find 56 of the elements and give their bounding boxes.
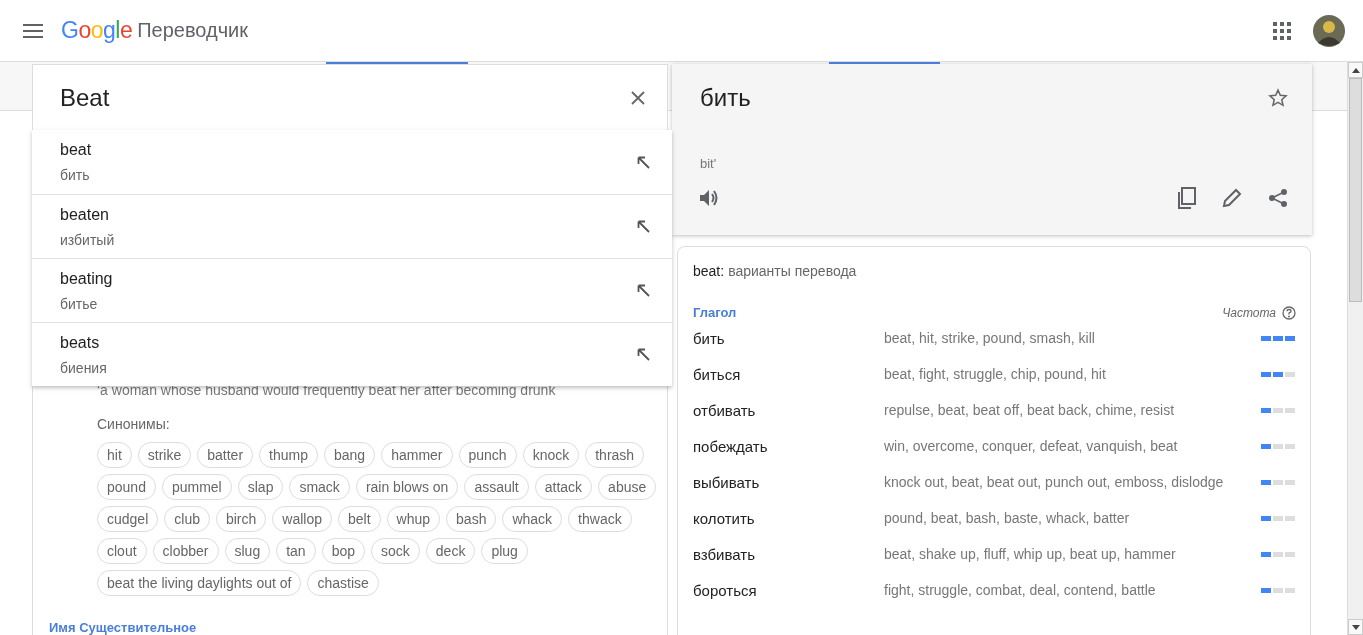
back-translations: beat, fight, struggle, chip, pound, hit bbox=[884, 366, 1107, 382]
frequency-meter bbox=[1260, 478, 1296, 486]
back-translations: beat, hit, strike, pound, smash, kill bbox=[884, 330, 1096, 346]
arrow-icon bbox=[637, 155, 650, 169]
frequency-meter bbox=[1260, 586, 1296, 594]
dictionary-title: варианты перевода bbox=[728, 263, 857, 279]
apps-icon[interactable] bbox=[1273, 21, 1291, 40]
suggestion-item[interactable]: beat бить bbox=[32, 130, 672, 194]
suggestion-item[interactable]: beating битье bbox=[32, 258, 672, 322]
back-translations: fight, struggle, combat, deal, contend, battle bbox=[884, 582, 1157, 598]
synonyms-label: Синонимы: bbox=[97, 416, 171, 432]
back-translations: repulse, beat, beat off, beat back, chime, resist bbox=[884, 402, 1175, 418]
back-translations: knock out, beat, beat out, punch out, emboss, dislodge bbox=[884, 474, 1225, 490]
translation-term[interactable]: взбивать bbox=[693, 545, 884, 563]
frequency-meter bbox=[1260, 514, 1296, 522]
source-input[interactable]: Beat bbox=[60, 83, 631, 112]
star-icon[interactable] bbox=[1268, 88, 1288, 108]
suggestion-item[interactable]: beats биения bbox=[32, 322, 672, 386]
edit-icon[interactable] bbox=[1222, 188, 1242, 208]
arrow-icon bbox=[637, 348, 650, 361]
product-name: Переводчик bbox=[137, 19, 249, 42]
translation-term[interactable]: бить bbox=[693, 329, 884, 347]
back-translations: beat, shake up, fluff, whip up, beat up, hammer bbox=[884, 546, 1177, 562]
scroll-down-icon[interactable] bbox=[1351, 624, 1360, 630]
suggestion-item[interactable]: beaten избитый bbox=[32, 194, 672, 258]
scroll-up-icon[interactable] bbox=[1351, 67, 1360, 73]
share-icon[interactable] bbox=[1268, 188, 1288, 208]
translation-term[interactable]: выбивать bbox=[693, 473, 884, 491]
translation-term[interactable]: колотить bbox=[693, 509, 884, 527]
back-translations: win, overcome, conquer, defeat, vanquish, beat bbox=[884, 438, 1179, 454]
translation-term[interactable]: побеждать bbox=[693, 437, 884, 455]
speaker-icon[interactable] bbox=[700, 189, 720, 207]
menu-icon[interactable] bbox=[23, 23, 43, 38]
translation-text: бить bbox=[700, 84, 752, 112]
back-translations: pound, beat, bash, baste, whack, batter bbox=[884, 510, 1131, 526]
part-of-speech-heading: Имя Существительное bbox=[49, 620, 197, 635]
translation-term[interactable]: отбивать bbox=[693, 401, 884, 419]
frequency-label: Частота bbox=[1222, 305, 1276, 320]
translation-term[interactable]: бороться bbox=[693, 581, 884, 599]
scrollbar[interactable] bbox=[1347, 62, 1363, 635]
dictionary-word: beat: bbox=[693, 263, 725, 279]
frequency-meter bbox=[1260, 370, 1296, 378]
arrow-icon bbox=[637, 220, 650, 233]
help-icon[interactable] bbox=[1282, 305, 1296, 320]
frequency-meter bbox=[1260, 442, 1296, 450]
frequency-meter bbox=[1260, 406, 1296, 414]
frequency-meter bbox=[1260, 550, 1296, 558]
copy-icon[interactable] bbox=[1176, 187, 1196, 209]
transliteration: bit' bbox=[700, 156, 717, 171]
part-of-speech-heading: Глагол bbox=[693, 305, 737, 320]
close-icon[interactable] bbox=[631, 90, 645, 105]
avatar-icon[interactable] bbox=[1313, 14, 1345, 47]
translation-term[interactable]: биться bbox=[693, 365, 884, 383]
frequency-meter bbox=[1260, 334, 1296, 342]
logo[interactable]: Google bbox=[61, 17, 133, 44]
arrow-icon bbox=[637, 284, 650, 297]
